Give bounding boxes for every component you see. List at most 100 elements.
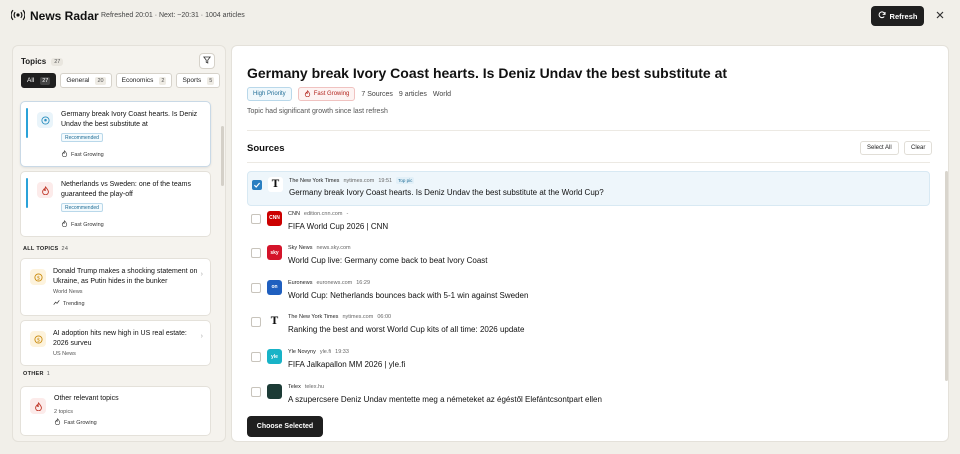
refresh-icon: [878, 11, 886, 21]
source-logo: sky: [267, 245, 282, 261]
source-headline[interactable]: A szupercsere Deniz Undav mentette meg a…: [288, 395, 602, 404]
source-meta: The New York Times nytimes.com 06:00: [288, 314, 391, 320]
topic-title: Netherlands vs Sweden: one of the teams …: [61, 181, 191, 198]
topic-description: Topic had significant growth since last …: [247, 108, 388, 115]
source-name: Telex: [288, 383, 301, 390]
chevron-right-icon: ›: [200, 271, 203, 278]
chevron-right-icon: ›: [200, 333, 203, 340]
topic-title: AI adoption hits new high in US real est…: [53, 330, 187, 347]
source-domain: yle.fi: [319, 349, 332, 355]
source-logo-text: on: [271, 284, 278, 291]
svg-text:$: $: [36, 275, 39, 281]
chip-count: 2: [159, 76, 167, 85]
source-logo-text: T: [271, 179, 280, 190]
top-pic-badge: Top pic: [396, 177, 415, 184]
source-name: Sky News: [288, 245, 313, 252]
chip-all[interactable]: All 27: [21, 73, 57, 88]
source-headline[interactable]: World Cup live: Germany come back to bea…: [288, 256, 488, 265]
source-logo-text: T: [270, 316, 279, 328]
topic-card[interactable]: $ AI adoption hits new high in US real e…: [20, 320, 211, 366]
source-domain: euronews.com: [316, 279, 353, 286]
other-topics-card[interactable]: Other relevant topics 2 topics Fast Grow…: [20, 386, 211, 436]
topic-source: US News: [53, 351, 76, 357]
topics-header: Topics 27: [21, 57, 64, 66]
growing-label: Fast Growing: [313, 91, 350, 97]
check-icon: [253, 182, 261, 188]
chip-count: 20: [95, 76, 106, 85]
dollar-icon: $: [30, 269, 46, 285]
source-domain: nytimes.com: [343, 177, 375, 184]
source-meta: Yle Novyny yle.fi 19:33: [288, 349, 349, 355]
source-row[interactable]: Telex telex.hu A szupercsere Deniz Undav m…: [247, 379, 930, 414]
chip-label: All: [27, 77, 35, 84]
source-row[interactable]: yle Yle Novyny yle.fi 19:33 FIFA Jalkapallon…: [247, 344, 930, 379]
topic-meta-label: Trending: [63, 300, 85, 307]
source-name: Yle Novyny: [288, 349, 316, 355]
source-meta: CNN edition.cnn.com -: [288, 211, 348, 217]
source-checkbox[interactable]: [252, 180, 262, 190]
source-headline[interactable]: FIFA Jalkapallon MM 2026 | yle.fi: [288, 360, 405, 369]
source-checkbox[interactable]: [251, 248, 261, 259]
source-time: 19:51: [378, 177, 393, 184]
source-time: -: [346, 210, 349, 217]
topics-scrollbar[interactable]: [221, 126, 224, 186]
chip-count: 27: [40, 76, 51, 85]
sources-scrollbar[interactable]: [945, 171, 948, 381]
source-name: CNN: [288, 210, 300, 217]
topic-subtitle: 2 topics: [54, 409, 73, 415]
chip-economics[interactable]: Economics 2: [115, 73, 173, 88]
source-row[interactable]: on Euronews euronews.com 16:29 World Cup: Ne…: [247, 275, 930, 310]
dollar-icon: $: [30, 331, 46, 347]
source-checkbox[interactable]: [251, 317, 261, 328]
source-checkbox[interactable]: [251, 213, 261, 224]
chip-label: Economics: [121, 77, 154, 84]
source-checkbox[interactable]: [251, 282, 261, 293]
source-headline[interactable]: Germany break Ivory Coast hearts. Is Den…: [289, 188, 604, 197]
source-row[interactable]: T The New York Times nytimes.com 19:51 Top p…: [247, 171, 930, 206]
source-time: 06:00: [377, 314, 392, 321]
section-count: 24: [61, 246, 69, 252]
source-checkbox[interactable]: [251, 352, 261, 362]
priority-badge: High Priority: [247, 87, 292, 101]
topic-list: Germany break Ivory Coast hearts. Is Den…: [13, 98, 225, 408]
source-meta: Sky News news.sky.com: [288, 245, 351, 251]
chip-general[interactable]: General 20: [60, 73, 112, 88]
refresh-button[interactable]: Refresh: [871, 6, 924, 26]
source-logo: T: [267, 314, 282, 330]
source-row[interactable]: CNN CNN edition.cnn.com - FIFA World Cup 202…: [247, 206, 930, 241]
chip-sports[interactable]: Sports 5: [176, 73, 221, 88]
topic-meta-label: Fast Growing: [64, 419, 97, 426]
filter-icon: [202, 56, 212, 66]
source-domain: telex.hu: [304, 383, 325, 390]
section-count: 1: [46, 371, 51, 377]
topics-title: Topics: [21, 57, 47, 66]
flame-icon: [54, 418, 61, 427]
select-all-button[interactable]: Select All: [860, 141, 899, 155]
clear-button[interactable]: Clear: [904, 141, 933, 155]
topic-detail-panel: Germany break Ivory Coast hearts. Is Den…: [231, 45, 949, 442]
source-checkbox[interactable]: [251, 386, 261, 397]
source-meta: The New York Times nytimes.com 19:51 Top pi…: [289, 177, 415, 184]
flame-icon: [37, 182, 53, 198]
source-headline[interactable]: FIFA World Cup 2026 | CNN: [288, 222, 388, 231]
close-button[interactable]: [930, 6, 950, 26]
topic-meta: Fast Growing: [54, 418, 97, 427]
section-title: ALL TOPICS: [23, 246, 59, 252]
source-headline[interactable]: Ranking the best and worst World Cup kit…: [288, 325, 524, 334]
articles-count: 9 articles: [398, 90, 427, 98]
choose-selected-button[interactable]: Choose Selected: [247, 416, 323, 437]
topic-meta-label: Fast Growing: [71, 151, 104, 158]
topic-card[interactable]: Netherlands vs Sweden: one of the teams …: [20, 171, 211, 237]
topics-panel: Topics 27 All 27 General 20 Economics 2 Spo…: [12, 45, 226, 442]
source-row[interactable]: T The New York Times nytimes.com 06:00 Ranki…: [247, 309, 930, 344]
source-logo: [267, 383, 282, 399]
recommended-tag: Recommended: [61, 203, 103, 212]
topic-card[interactable]: $ Donald Trump makes a shocking statemen…: [20, 258, 211, 316]
source-logo-text: yle: [271, 353, 278, 360]
source-row[interactable]: sky Sky News news.sky.com World Cup live: G…: [247, 240, 930, 275]
topic-card[interactable]: Germany break Ivory Coast hearts. Is Den…: [20, 101, 211, 167]
topics-count: 27: [51, 57, 64, 66]
source-headline[interactable]: World Cup: Netherlands bounces back with…: [288, 291, 528, 300]
topic-title: Germany break Ivory Coast hearts. Is Den…: [61, 111, 198, 128]
filter-button[interactable]: [199, 53, 215, 69]
